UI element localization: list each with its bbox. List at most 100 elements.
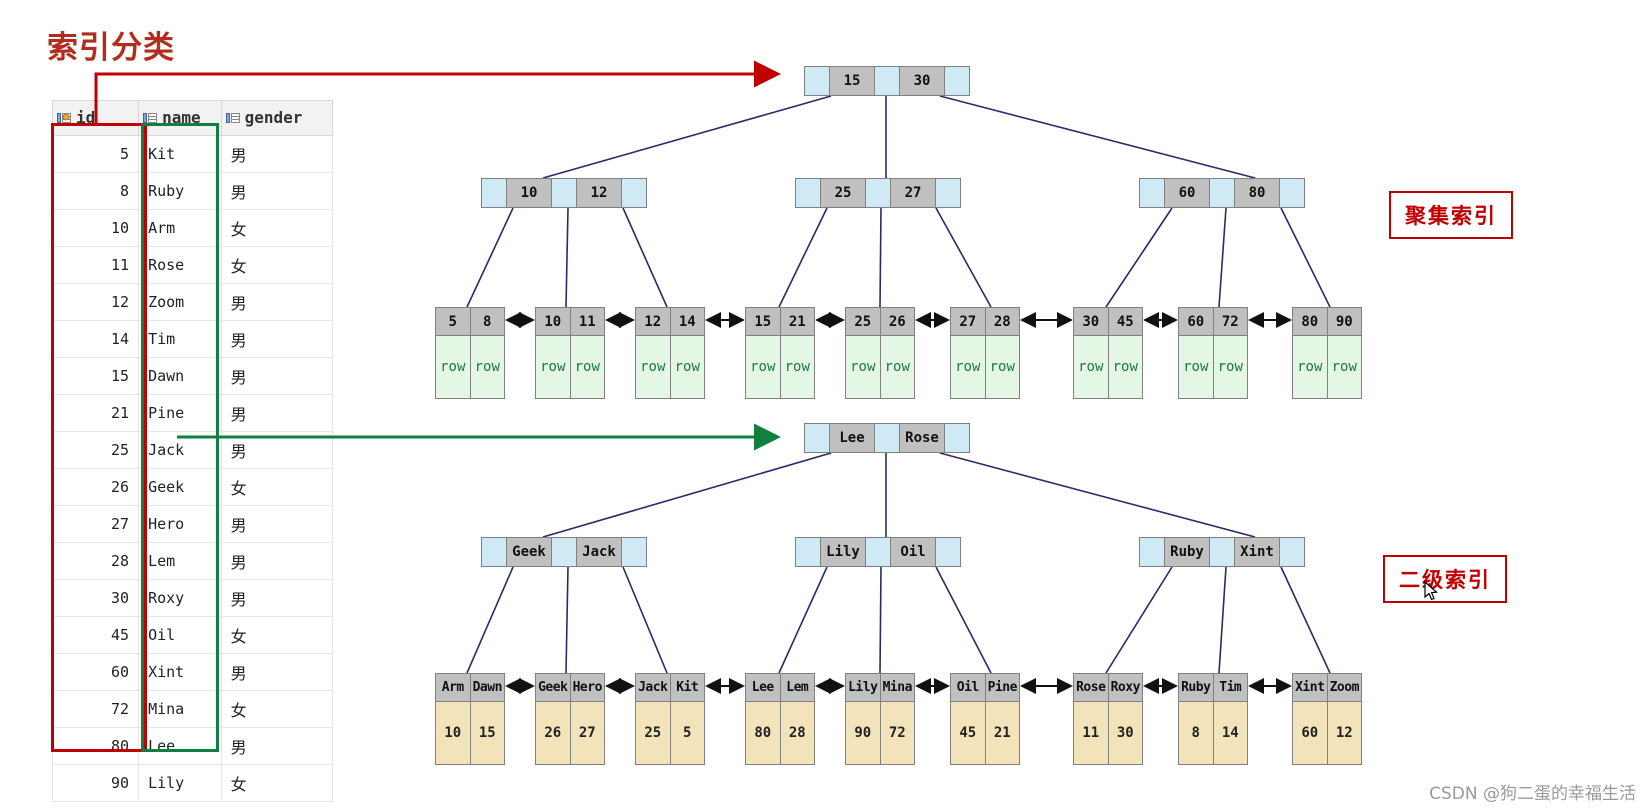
table-row[interactable]: 30 Roxy 男 bbox=[51, 579, 334, 617]
table-row[interactable]: 26 Geek 女 bbox=[51, 468, 334, 506]
leaf-key: 45 bbox=[1107, 308, 1143, 335]
key-cell: Ruby bbox=[1164, 538, 1210, 566]
column-header-name-label: name bbox=[162, 107, 201, 127]
leaf-value-row: 45 21 bbox=[951, 701, 1019, 764]
leaf-node: Lily Mina 90 72 bbox=[845, 673, 915, 765]
leaf-value-row: row row bbox=[436, 335, 504, 398]
leaf-value: 12 bbox=[1326, 702, 1362, 764]
leaf-key: 15 bbox=[754, 313, 772, 330]
leaf-value: row bbox=[540, 359, 566, 375]
diagram-root: 索引分类 id name gender 5 Kit 男 8 Ruby 男 10 … bbox=[0, 0, 1650, 812]
table-cell-id: 12 bbox=[51, 283, 140, 321]
pointer-cell bbox=[945, 67, 969, 95]
table-row[interactable]: 45 Oil 女 bbox=[51, 616, 334, 654]
table-row[interactable]: 60 Xint 男 bbox=[51, 653, 334, 691]
table-cell-id: 60 bbox=[51, 653, 140, 691]
table-cell-gender: 男 bbox=[220, 653, 334, 691]
leaf-key: 72 bbox=[1212, 308, 1248, 335]
pointer-cell bbox=[482, 538, 506, 566]
key-cell: Geek bbox=[506, 538, 552, 566]
leaf-key-row: Geek Hero bbox=[536, 674, 604, 701]
leaf-value: 5 bbox=[669, 702, 705, 764]
table-row[interactable]: 15 Dawn 男 bbox=[51, 357, 334, 395]
leaf-key-row: 58 bbox=[436, 308, 504, 335]
table-row[interactable]: 28 Lem 男 bbox=[51, 542, 334, 580]
leaf-key: Tim bbox=[1212, 674, 1248, 701]
leaf-key: Lily bbox=[848, 680, 878, 695]
leaf-node: 27 28 row row bbox=[950, 307, 1020, 399]
pointer-cell bbox=[1280, 179, 1304, 207]
leaf-key: Lem bbox=[779, 674, 815, 701]
pointer-cell bbox=[1280, 538, 1304, 566]
pointer-cell bbox=[1210, 538, 1234, 566]
leaf-node: 15 21 row row bbox=[745, 307, 815, 399]
leaf-value-row: row row bbox=[1074, 335, 1142, 398]
leaf-value: row bbox=[1107, 336, 1143, 398]
table-row[interactable]: 8 Ruby 男 bbox=[51, 172, 334, 210]
secondary-index-label: 二级索引 bbox=[1383, 555, 1507, 603]
leaf-key: Geek bbox=[538, 680, 568, 695]
pointer-cell bbox=[796, 538, 820, 566]
leaf-key: 25 bbox=[854, 313, 872, 330]
table-cell-gender: 男 bbox=[220, 394, 334, 432]
table-row[interactable]: 12 Zoom 男 bbox=[51, 283, 334, 321]
leaf-key: 12 bbox=[644, 313, 662, 330]
table-row[interactable]: 25 Jack 男 bbox=[51, 431, 334, 469]
table-row[interactable]: 5 Kit 男 bbox=[51, 135, 334, 173]
leaf-key: 5 bbox=[448, 313, 457, 330]
table-cell-id: 28 bbox=[51, 542, 140, 580]
table-row[interactable]: 72 Mina 女 bbox=[51, 690, 334, 728]
leaf-value: 30 bbox=[1107, 702, 1143, 764]
table-row[interactable]: 27 Hero 男 bbox=[51, 505, 334, 543]
leaf-value: row bbox=[1326, 336, 1362, 398]
leaf-key-row: Lily Mina bbox=[846, 674, 914, 701]
leaf-value: row bbox=[984, 336, 1020, 398]
table-row[interactable]: 80 Lee 男 bbox=[51, 727, 334, 765]
leaf-value: 80 bbox=[754, 725, 772, 741]
leaf-node: Rose Roxy 11 30 bbox=[1073, 673, 1143, 765]
table-cell-gender: 女 bbox=[220, 209, 334, 247]
table-cell-gender: 男 bbox=[220, 135, 334, 173]
leaf-key: Dawn bbox=[469, 674, 505, 701]
table-cell-gender: 男 bbox=[220, 727, 334, 765]
leaf-value: row bbox=[640, 359, 666, 375]
leaf-key: Mina bbox=[879, 674, 915, 701]
clustered-internal-node: 10 12 bbox=[481, 178, 647, 208]
table-cell-name: Jack bbox=[138, 431, 222, 469]
leaf-value-row: 10 15 bbox=[436, 701, 504, 764]
leaf-value: 45 bbox=[959, 725, 977, 741]
leaf-key: Lee bbox=[751, 680, 774, 695]
key-cell: Xint bbox=[1234, 538, 1280, 566]
leaf-key-row: Jack Kit bbox=[636, 674, 704, 701]
table-cell-gender: 女 bbox=[220, 468, 334, 506]
leaf-value: row bbox=[469, 336, 505, 398]
table-row[interactable]: 11 Rose 女 bbox=[51, 246, 334, 284]
column-header-gender-label: gender bbox=[244, 107, 303, 127]
leaf-value: 72 bbox=[879, 702, 915, 764]
leaf-key-row: Lee Lem bbox=[746, 674, 814, 701]
column-header-id: id bbox=[51, 100, 140, 136]
key-cell: 25 bbox=[820, 179, 866, 207]
pointer-cell bbox=[866, 538, 890, 566]
pointer-cell bbox=[875, 424, 899, 452]
pointer-cell bbox=[552, 538, 576, 566]
column-header-gender: gender bbox=[220, 100, 334, 136]
secondary-root-node: Lee Rose bbox=[804, 423, 970, 453]
leaf-key-row: Arm Dawn bbox=[436, 674, 504, 701]
pointer-cell bbox=[936, 538, 960, 566]
leaf-node: Xint Zoom 60 12 bbox=[1292, 673, 1362, 765]
table-cell-gender: 男 bbox=[220, 283, 334, 321]
table-row[interactable]: 14 Tim 男 bbox=[51, 320, 334, 358]
leaf-key-row: 27 28 bbox=[951, 308, 1019, 335]
table-row[interactable]: 90 Lily 女 bbox=[51, 764, 334, 802]
key-cell: Lee bbox=[829, 424, 875, 452]
table-row[interactable]: 10 Arm 女 bbox=[51, 209, 334, 247]
leaf-value: row bbox=[1183, 359, 1209, 375]
pointer-cell bbox=[875, 67, 899, 95]
table-cell-gender: 女 bbox=[220, 764, 334, 802]
secondary-internal-node: Geek Jack bbox=[481, 537, 647, 567]
leaf-value-row: 11 30 bbox=[1074, 701, 1142, 764]
leaf-node: 60 72 row row bbox=[1178, 307, 1248, 399]
table-cell-id: 72 bbox=[51, 690, 140, 728]
table-row[interactable]: 21 Pine 男 bbox=[51, 394, 334, 432]
